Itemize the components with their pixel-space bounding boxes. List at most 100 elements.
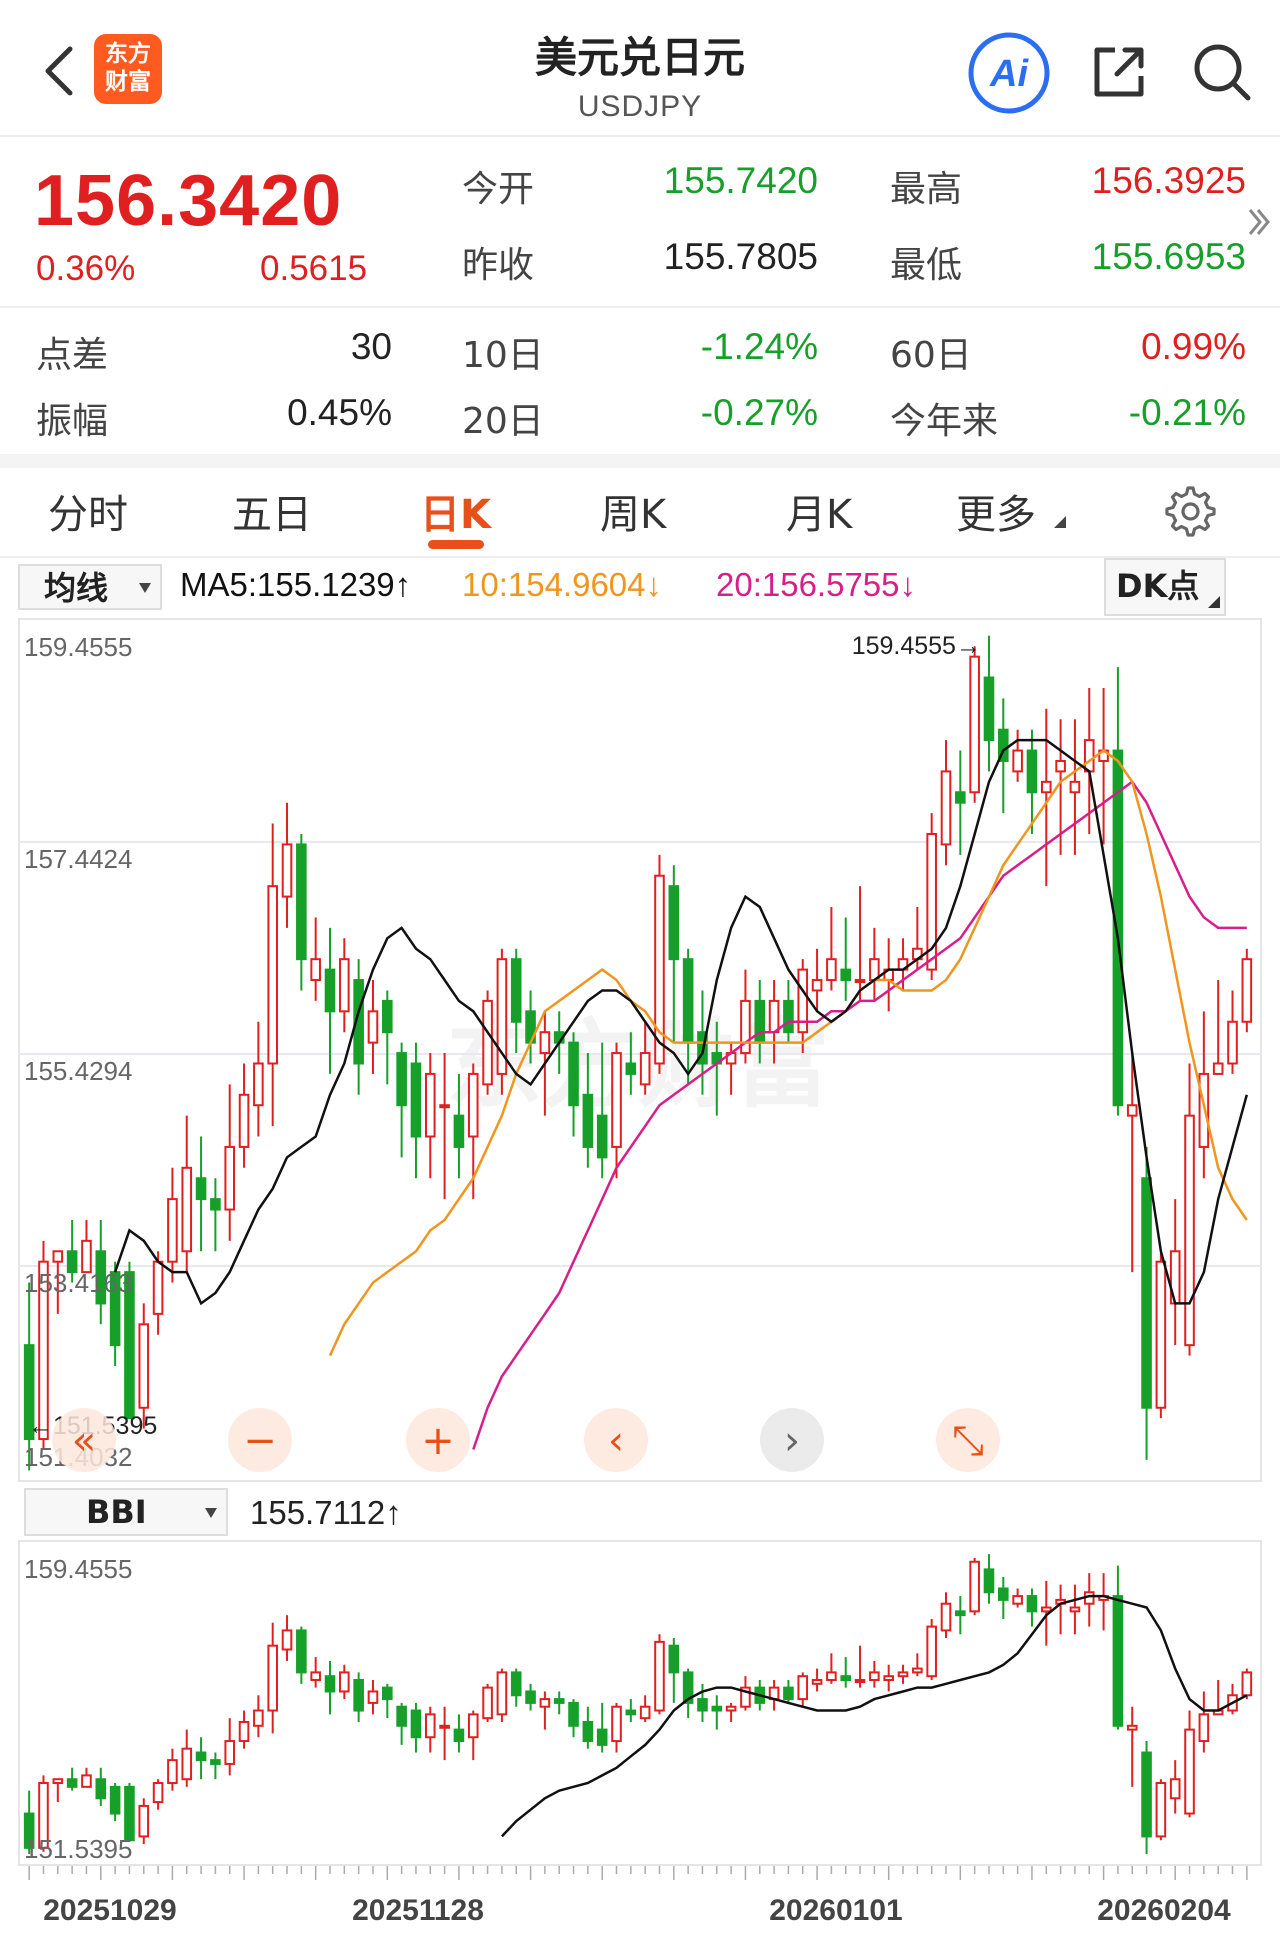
candle-body[interactable] [181,1166,193,1253]
sub-candle-body[interactable] [396,1705,407,1727]
sub-candle-body[interactable] [467,1713,479,1739]
sub-candle-body[interactable] [253,1709,264,1727]
candle-body[interactable] [410,1062,422,1138]
ai-assistant-icon[interactable]: Ai [966,30,1052,116]
sub-candle-body[interactable] [883,1675,894,1682]
candle-body[interactable] [1141,1177,1152,1409]
candle-body[interactable] [1040,780,1052,794]
candle-body[interactable] [453,1114,465,1148]
tab-five-day[interactable]: 五日 [232,482,312,540]
sub-candle-body[interactable] [210,1759,221,1765]
tab-daily-k[interactable]: 日K [420,482,491,540]
candle-body[interactable] [596,1114,608,1159]
sub-candle-body[interactable] [840,1675,852,1682]
sub-candle-body[interactable] [854,1679,866,1684]
sub-candle-body[interactable] [1241,1671,1253,1697]
sub-candle-body[interactable] [1126,1724,1138,1731]
sub-candle-body[interactable] [1012,1595,1023,1605]
sub-candle-body[interactable] [811,1679,823,1685]
candle-body[interactable] [969,655,980,794]
sub-candle-body[interactable] [224,1740,236,1765]
candle-body[interactable] [253,1062,264,1107]
candle-body[interactable] [195,1177,207,1201]
sub-candle-body[interactable] [1198,1713,1210,1743]
sub-candle-body[interactable] [496,1671,508,1716]
sub-candle-body[interactable] [983,1568,995,1594]
candle-body[interactable] [281,843,293,898]
candle-body[interactable] [568,1041,579,1107]
sub-candle-body[interactable] [826,1671,837,1682]
sub-candle-body[interactable] [410,1709,422,1739]
sub-candle-body[interactable] [783,1686,794,1701]
sub-candle-body[interactable] [324,1675,336,1693]
sub-indicator-dropdown[interactable]: BBI [24,1488,228,1536]
candle-body[interactable] [224,1145,236,1211]
candle-body[interactable] [1184,1114,1195,1347]
candle-body[interactable] [1083,739,1095,773]
sub-candle-body[interactable] [181,1747,193,1781]
candle-body[interactable] [152,1260,164,1315]
candle-body[interactable] [310,958,321,982]
sub-candle-body[interactable] [697,1698,708,1712]
sub-candle-body[interactable] [668,1644,680,1674]
tab-intraday[interactable]: 分时 [48,482,128,540]
sub-candle-body[interactable] [453,1728,465,1743]
sub-candle-body[interactable] [639,1705,651,1720]
sub-candle-body[interactable] [568,1701,579,1727]
sub-candle-body[interactable] [439,1724,450,1729]
sub-candle-body[interactable] [969,1560,980,1613]
sub-candle-body[interactable] [1069,1606,1081,1613]
candle-body[interactable] [167,1198,178,1263]
sub-candle-body[interactable] [238,1720,250,1743]
scroll-right-button[interactable]: › [760,1408,824,1472]
sub-candle-body[interactable] [382,1686,393,1701]
candle-body[interactable] [1155,1260,1167,1409]
expand-details-icon[interactable] [1246,204,1272,240]
sub-candle-body[interactable] [310,1671,321,1682]
candle-body[interactable] [210,1198,221,1211]
candle-body[interactable] [510,958,522,1023]
sub-candle-body[interactable] [167,1759,178,1785]
tab-more[interactable]: 更多 [956,482,1036,540]
bbi-chart[interactable]: 159.4555 151.5395 [18,1540,1262,1866]
sub-candle-body[interactable] [797,1675,809,1701]
sub-candle-body[interactable] [869,1671,880,1682]
candle-body[interactable] [783,999,794,1034]
sub-candle-body[interactable] [95,1778,107,1800]
kline-chart[interactable]: 东方财富 159.4555157.4424155.4294153.4163151… [18,618,1262,1482]
candle-body[interactable] [339,958,350,1013]
sub-candle-body[interactable] [654,1640,665,1712]
sub-candle-body[interactable] [955,1610,966,1617]
sub-candle-body[interactable] [1141,1751,1152,1838]
candle-body[interactable] [1241,958,1253,1023]
candle-body[interactable] [238,1093,250,1148]
sub-candle-body[interactable] [109,1785,121,1815]
candle-body[interactable] [467,1072,479,1138]
candle-body[interactable] [382,999,393,1034]
candle-body[interactable] [296,843,307,961]
sub-candle-body[interactable] [424,1713,436,1739]
candle-body[interactable] [482,999,493,1086]
sub-candle-body[interactable] [611,1705,622,1743]
sub-candle-body[interactable] [281,1629,293,1651]
sub-candle-body[interactable] [52,1778,64,1785]
sub-candle-body[interactable] [940,1602,952,1632]
gear-icon[interactable] [1160,482,1216,538]
fullscreen-button[interactable]: ⤡ [936,1408,1000,1472]
zoom-out-button[interactable]: − [228,1408,292,1472]
sub-candle-body[interactable] [897,1671,909,1678]
candle-body[interactable] [1126,1104,1138,1117]
dk-point-button[interactable]: DK点 [1104,558,1226,616]
candle-body[interactable] [1012,749,1023,773]
sub-candle-body[interactable] [711,1705,723,1712]
tab-monthly-k[interactable]: 月K [786,482,852,540]
ma-type-dropdown[interactable]: 均线 [18,564,162,610]
candle-body[interactable] [424,1072,436,1138]
candle-body[interactable] [611,1052,622,1148]
candle-body[interactable] [826,958,837,982]
sub-candle-body[interactable] [912,1667,923,1674]
sub-candle-body[interactable] [195,1751,207,1762]
sub-candle-body[interactable] [1112,1595,1124,1727]
sub-candle-body[interactable] [1040,1606,1052,1613]
candle-body[interactable] [811,979,823,992]
